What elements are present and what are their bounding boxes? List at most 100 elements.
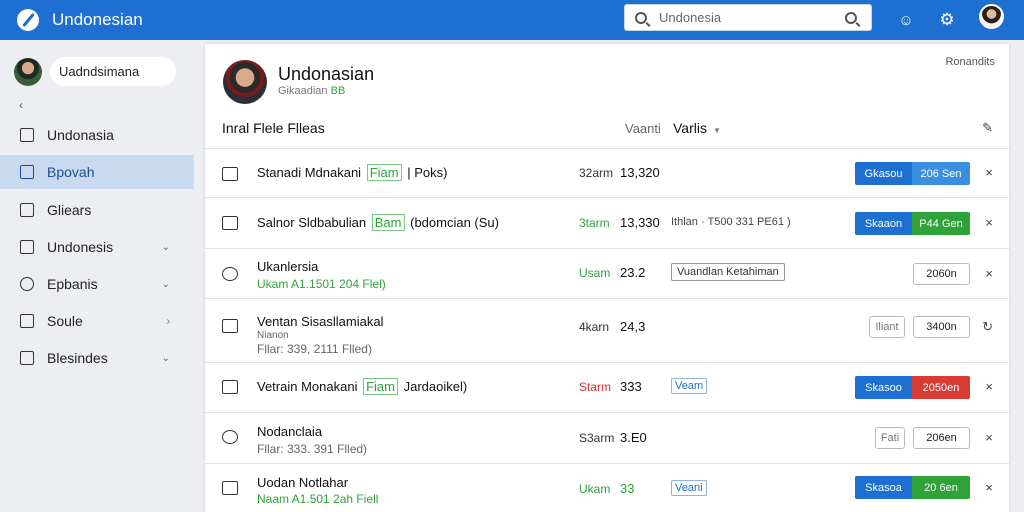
chevron-down-icon: ⌄ [161,352,170,364]
row-subtitle: Fllar: 333. 391 Flled) [257,442,368,456]
avatar[interactable] [14,57,42,86]
sidebar-item-epbanis[interactable]: Epbanis ⌄ [0,267,194,301]
row-subtitle-top: Nianon [257,330,289,341]
column-header-2[interactable]: Varlis ▼ [673,120,721,136]
sidebar-item-label: Soule [47,313,83,329]
corner-link[interactable]: Ronandits [945,56,995,68]
user-icon [20,277,34,291]
file-icon [20,240,34,254]
search-input[interactable] [659,10,839,25]
table-row[interactable]: Salnor Sldbabulian Bam (bdomcian (Su) 3t… [205,197,1009,248]
sidebar-item-undonesis[interactable]: Undonesis ⌄ [0,230,194,264]
table-row[interactable]: Vetrain Monakani Fiam Jardaoikel) Starm … [205,362,1009,412]
split-button-secondary[interactable]: P44 Gen [912,212,970,235]
row-subtitle: Naam A1.501 2ah Fiell [257,492,379,506]
top-avatar[interactable] [979,4,1004,29]
row-title-text: Vetrain Monakani [257,379,358,394]
close-icon[interactable]: × [985,215,993,230]
app-logo-icon[interactable] [17,9,39,31]
row-value: 23.2 [620,265,646,280]
sidebar: Uadndsimana ‹ Undonasia Bpovah Gliears U… [0,40,194,512]
table-row[interactable]: Uodan Notlahar Naam A1.501 2ah Fiell Uka… [205,463,1009,512]
chevron-down-icon: ▼ [712,126,721,135]
search-bar[interactable] [624,4,872,31]
close-icon[interactable]: × [985,266,993,281]
row-note: Ithlan · T500 331 PE61 ) [671,216,791,228]
split-button-secondary[interactable]: 206 Sen [912,162,970,185]
close-icon[interactable]: × [985,430,993,445]
column-header-1[interactable]: Vaanti [625,121,661,136]
split-button[interactable]: Skaaon P44 Gen [855,212,970,235]
row-time: Usam [579,266,611,280]
table-row[interactable]: Ukanlersia Ukam A1.1501 204 Flel) Usam 2… [205,248,1009,298]
split-button-secondary[interactable]: 20 6en [912,476,970,499]
calendar-icon [222,319,238,333]
row-title: Nodanclaia [257,424,323,439]
file-icon [222,167,238,181]
sidebar-item-soule[interactable]: Soule › [0,304,194,338]
row-small-button[interactable]: Iliant [869,316,905,338]
row-time: Ukam [579,482,611,496]
top-bar: Undonesian ☺ ⚙ [0,0,1024,40]
row-title: Ventan Sisasllamiakal [257,314,384,329]
clock-icon [222,267,238,281]
split-button-primary[interactable]: Skaaon [855,212,912,235]
row-value: 24,3 [620,319,646,334]
sidebar-item-gliears[interactable]: Gliears [0,193,194,227]
close-icon[interactable]: × [985,165,993,180]
edit-icon [20,165,34,179]
row-time: 4karn [579,320,610,334]
row-subtitle: Fllar: 339, 2111 Flled) [257,342,372,356]
column-header-2-label: Varlis [673,120,707,136]
row-value: 33 [620,481,635,496]
split-button-secondary[interactable]: 2050en [912,376,970,399]
document-icon [222,481,238,495]
sidebar-user-name[interactable]: Uadndsimana [50,57,176,86]
split-button[interactable]: Gkasou 206 Sen [855,162,970,185]
split-button-primary[interactable]: Skasoa [855,476,912,499]
row-small-button[interactable]: Fati [875,427,905,449]
main-panel: Undonasian Gikaadian BB Ronandits Inral … [205,44,1009,512]
refresh-icon[interactable]: ↻ [982,319,993,335]
sidebar-item-blesindes[interactable]: Blesindes ⌄ [0,341,194,375]
row-title: Ukanlersia [257,259,319,274]
row-tag: Fiam [363,378,398,395]
row-title: Uodan Notlahar [257,475,349,490]
search-submit-icon[interactable] [845,11,857,24]
row-value: 3.E0 [620,430,647,445]
chevron-right-icon: › [166,315,170,327]
close-icon[interactable]: × [985,480,993,495]
split-button-primary[interactable]: Skasoo [855,376,912,399]
split-button-primary[interactable]: Gkasou [855,162,912,185]
row-badge: Veani [671,480,707,496]
split-button[interactable]: Skasoa 20 6en [855,476,970,499]
collapse-icon[interactable]: ‹ [19,98,23,112]
row-action-button[interactable]: 2060n [913,263,970,285]
row-badge: Veam [671,378,708,394]
edit-icon[interactable]: ✎ [982,120,993,136]
table-row[interactable]: Ventan Sisasllamiakal Nianon Fllar: 339,… [205,298,1009,362]
files-heading: Inral Flele Flleas [222,120,325,136]
close-icon[interactable]: × [985,379,993,394]
gear-icon [20,351,34,365]
row-label-box[interactable]: Vuandlan Ketahiman [671,263,785,281]
row-action-button[interactable]: 206en [913,427,970,449]
user-icon[interactable]: ☺ [896,10,916,30]
row-title-text: Stanadi Mdnakani [257,165,362,180]
gear-icon[interactable]: ⚙ [937,10,957,30]
split-button[interactable]: Skasoo 2050en [855,376,970,399]
row-title-text: Salnor Sldbabulian [257,215,367,230]
row-value: 333 [620,379,642,394]
sidebar-item-undonasia[interactable]: Undonasia [0,118,194,152]
sidebar-user[interactable]: Uadndsimana [14,57,176,86]
profile-subtitle: Gikaadian BB [278,85,345,97]
row-action-button[interactable]: 3400n [913,316,970,338]
row-title: Stanadi Mdnakani Fiam | Poks) [257,164,447,181]
chevron-down-icon: ⌄ [161,241,170,253]
chevron-down-icon: ⌄ [161,278,170,290]
table-row[interactable]: Stanadi Mdnakani Fiam | Poks) 32arm 13,3… [205,148,1009,197]
sidebar-item-bpovah[interactable]: Bpovah [0,155,194,189]
file-icon [222,380,238,394]
table-row[interactable]: Nodanclaia Fllar: 333. 391 Flled) S3arm … [205,412,1009,463]
row-value: 13,320 [620,165,660,180]
